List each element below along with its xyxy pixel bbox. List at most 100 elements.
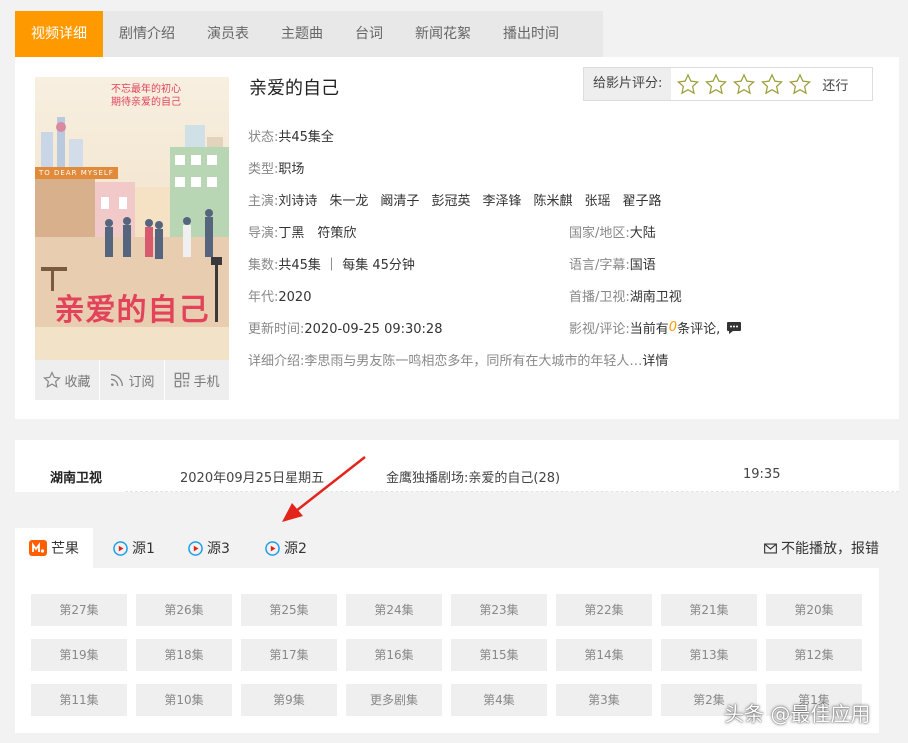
episode-button[interactable]: 第18集 <box>136 639 232 671</box>
cast-member[interactable]: 张瑶 <box>584 194 610 209</box>
status-row: 状态:共45集全 <box>248 126 334 145</box>
rating-star-1[interactable] <box>674 72 702 96</box>
rating-stars <box>674 72 814 96</box>
source-tab-1[interactable]: 源1 <box>113 528 155 568</box>
episode-button[interactable]: 第25集 <box>241 594 337 626</box>
favorite-button[interactable]: 收藏 <box>35 360 100 400</box>
review-count: 0 <box>668 320 678 335</box>
cast-row: 主演:刘诗诗 朱一龙 阚清子 彭冠英 李泽锋 陈米麒 张瑶 翟子路 <box>248 190 674 209</box>
language-label: 语言/字幕: <box>569 258 630 273</box>
episode-button[interactable]: 第14集 <box>556 639 652 671</box>
poster-tagline-line-1: 不忘最年的初心 <box>111 84 181 95</box>
episode-button[interactable]: 第16集 <box>346 639 442 671</box>
episode-button[interactable]: 第13集 <box>661 639 757 671</box>
year-label: 年代: <box>248 290 279 305</box>
country-label: 国家/地区: <box>569 226 630 241</box>
subscribe-button[interactable]: 订阅 <box>100 360 165 400</box>
language-value: 国语 <box>629 258 656 273</box>
episode-button[interactable]: 第24集 <box>346 594 442 626</box>
show-title: 亲爱的自己 <box>249 78 339 99</box>
tab-cast[interactable]: 演员表 <box>191 11 265 57</box>
episode-button[interactable]: 第4集 <box>451 684 547 716</box>
poster-actions: 收藏 订阅 手机 <box>35 360 229 400</box>
divider <box>125 491 899 492</box>
episodes-row: 集数:共45集 ｜ 每集 45分钟 <box>248 254 415 273</box>
tab-video-detail[interactable]: 视频详细 <box>15 11 103 57</box>
poster-tagline: 不忘最年的初心 期待亲爱的自己 <box>81 83 211 109</box>
poster-title-art: 亲爱的自己 <box>54 293 210 328</box>
episode-button[interactable]: 第23集 <box>451 594 547 626</box>
episode-button[interactable]: 第10集 <box>136 684 232 716</box>
cast-member[interactable]: 翟子路 <box>623 194 662 209</box>
favorite-label: 收藏 <box>64 374 91 390</box>
genre-row: 类型:职场 <box>248 158 304 177</box>
cast-member[interactable]: 朱一龙 <box>329 194 368 209</box>
updated-row: 更新时间:2020-09-25 09:30:28 <box>248 318 442 337</box>
source-tabs: 芒果 源1 源3 源2 不能播放，报错 <box>15 528 899 568</box>
tab-theme-song[interactable]: 主题曲 <box>265 11 339 57</box>
rating-star-5[interactable] <box>786 72 814 96</box>
episode-button[interactable]: 第20集 <box>766 594 862 626</box>
mobile-button[interactable]: 手机 <box>165 360 229 400</box>
broadcast-row: 湖南卫视 2020年09月25日星期五 金鹰独播剧场:亲爱的自己(28) 19:… <box>15 440 899 492</box>
mango-icon <box>29 540 47 556</box>
rating-box: 给影片评分: 还行 <box>583 67 873 101</box>
report-error-link[interactable]: 不能播放，报错 <box>764 528 879 568</box>
genre-value[interactable]: 职场 <box>278 162 304 177</box>
episode-button[interactable]: 第3集 <box>556 684 652 716</box>
tab-plot[interactable]: 剧情介绍 <box>103 11 191 57</box>
rating-star-2[interactable] <box>702 72 730 96</box>
episode-button[interactable]: 第17集 <box>241 639 337 671</box>
review-row: 影视/评论: 当前有 0 条评论, <box>569 318 742 337</box>
cast-member[interactable]: 阚清子 <box>380 194 419 209</box>
status-value: 共45集全 <box>278 130 334 145</box>
mobile-label: 手机 <box>193 374 220 390</box>
source-label: 源3 <box>207 541 230 557</box>
source-tab-3[interactable]: 源3 <box>188 528 230 568</box>
language-row: 语言/字幕:国语 <box>569 254 656 273</box>
cast-member[interactable]: 刘诗诗 <box>278 194 317 209</box>
director-value[interactable]: 丁黑 符策欣 <box>278 226 356 241</box>
qr-code-icon <box>175 372 190 388</box>
tab-lines[interactable]: 台词 <box>339 11 399 57</box>
more-episodes-button[interactable]: 更多剧集 <box>346 684 442 716</box>
review-label: 影视/评论: <box>569 322 630 337</box>
play-icon <box>188 540 203 556</box>
episode-button[interactable]: 第19集 <box>31 639 127 671</box>
rating-star-4[interactable] <box>758 72 786 96</box>
episode-button[interactable]: 第15集 <box>451 639 547 671</box>
broadcast-program: 金鹰独播剧场:亲爱的自己(28) <box>386 471 561 486</box>
subscribe-label: 订阅 <box>128 374 155 390</box>
episode-button[interactable]: 第12集 <box>766 639 862 671</box>
rss-icon <box>111 374 124 387</box>
summary-more-link[interactable]: 详情 <box>642 354 668 369</box>
star-outline-icon <box>789 72 812 94</box>
cast-member[interactable]: 彭冠英 <box>431 194 470 209</box>
tab-air-time[interactable]: 播出时间 <box>487 11 575 57</box>
country-row: 国家/地区:大陆 <box>569 222 656 241</box>
channel-row: 首播/卫视:湖南卫视 <box>569 286 682 305</box>
source-tab-mango[interactable]: 芒果 <box>15 528 93 568</box>
episodes-label: 集数: <box>248 258 279 273</box>
summary-row: 详细介绍:李思雨与男友陈一鸣相恋多年，同所有在大城市的年轻人…详情 <box>248 350 668 369</box>
cast-member[interactable]: 陈米麒 <box>533 194 572 209</box>
genre-label: 类型: <box>248 162 279 177</box>
episode-button[interactable]: 第21集 <box>661 594 757 626</box>
episode-button[interactable]: 第27集 <box>31 594 127 626</box>
cast-member[interactable]: 李泽锋 <box>482 194 521 209</box>
episode-button[interactable]: 第22集 <box>556 594 652 626</box>
broadcast-time: 19:35 <box>743 467 781 482</box>
episode-button[interactable]: 第9集 <box>241 684 337 716</box>
channel-label: 首播/卫视: <box>569 290 630 305</box>
episode-button[interactable]: 第26集 <box>136 594 232 626</box>
poster-image[interactable]: 不忘最年的初心 期待亲爱的自己 TO DEAR MYSELF 亲爱的自己 <box>35 77 229 360</box>
source-tab-2[interactable]: 源2 <box>265 528 307 568</box>
rating-star-3[interactable] <box>730 72 758 96</box>
star-outline-icon <box>705 72 728 94</box>
star-outline-icon <box>761 72 784 94</box>
episode-button[interactable]: 第11集 <box>31 684 127 716</box>
comment-icon[interactable] <box>726 321 742 335</box>
source-label: 源2 <box>284 541 307 557</box>
tab-news[interactable]: 新闻花絮 <box>399 11 487 57</box>
play-icon <box>265 540 280 556</box>
